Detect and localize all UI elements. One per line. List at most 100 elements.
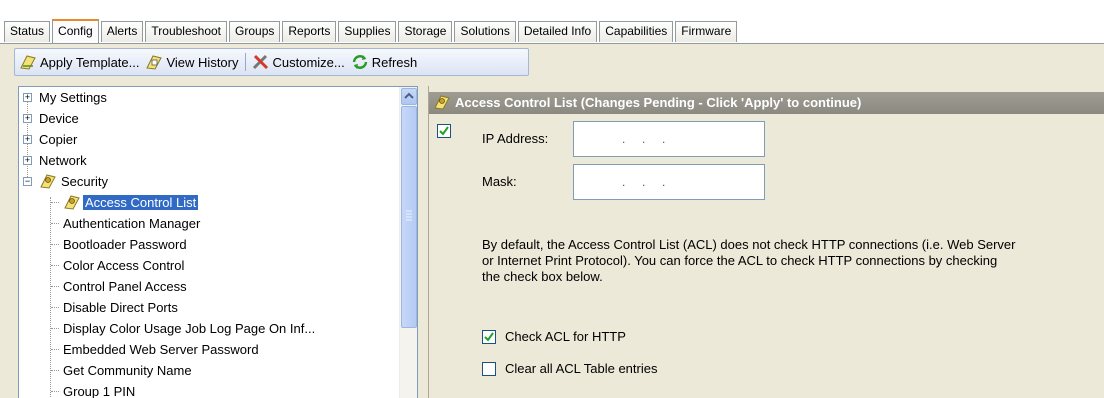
tab-reports[interactable]: Reports [282,21,337,42]
tree-item-disable-direct-ports[interactable]: Disable Direct Ports [51,297,178,318]
tree-item-label: Group 1 PIN [63,384,136,398]
tree-item-label: Display Color Usage Job Log Page On Inf.… [63,321,316,336]
tree-item-group-1-pin[interactable]: Group 1 PIN [51,381,136,398]
tree-item-my-settings[interactable]: + My Settings [23,87,107,108]
tab-list: Status Config Alerts Troubleshoot Groups… [4,19,739,43]
template-icon [20,55,36,70]
customize-button[interactable]: Customize... [252,54,345,70]
tree-item-label: Access Control List [83,195,199,210]
tree-item-label: Embedded Web Server Password [63,342,259,357]
security-key-icon [64,195,80,210]
description-line: By default, the Access Control List (ACL… [482,237,1016,252]
tree-item-display-color-usage[interactable]: Display Color Usage Job Log Page On Inf.… [51,318,316,339]
mask-label: Mask: [482,174,517,189]
expand-plus-icon[interactable]: + [23,114,32,123]
tree-item-access-control-list[interactable]: Access Control List [51,192,199,213]
settings-tree: + My Settings + Device + Copier + Networ… [18,86,418,398]
tree-item-bootloader-password[interactable]: Bootloader Password [51,234,187,255]
apply-template-label: Apply Template... [40,54,140,70]
chevron-up-icon [404,92,414,99]
tree-item-security[interactable]: − Security [23,171,108,192]
tree-connector [51,328,59,329]
tree-item-copier[interactable]: + Copier [23,129,77,150]
tab-detailed-info[interactable]: Detailed Info [517,21,598,42]
expand-plus-icon[interactable]: + [23,156,32,165]
tree-item-control-panel-access[interactable]: Control Panel Access [51,276,187,297]
mask-dots: . . . [622,175,666,189]
tree-item-label: Authentication Manager [63,216,201,231]
ip-address-label: IP Address: [482,131,549,146]
mask-field[interactable]: . . . [573,164,765,200]
tree-item-label: Disable Direct Ports [63,300,178,315]
security-key-icon [434,95,450,110]
ip-address-field[interactable]: . . . [573,121,765,157]
tab-capabilities[interactable]: Capabilities [599,21,674,42]
tab-config[interactable]: Config [52,19,99,43]
tab-strip: Status Config Alerts Troubleshoot Groups… [0,0,1104,44]
description-line: or Internet Print Protocol). You can for… [482,253,998,268]
description-line: the check box below. [482,269,603,284]
tab-divider [0,43,1104,44]
refresh-icon [352,55,367,69]
tree-connector [51,370,59,371]
toolbar-separator [244,53,246,71]
tree-connector [51,244,59,245]
tab-solutions[interactable]: Solutions [454,21,516,42]
clear-acl-label[interactable]: Clear all ACL Table entries [505,361,657,376]
acl-settings-panel: Access Control List (Changes Pending - C… [428,86,1104,398]
expand-plus-icon[interactable]: + [23,93,32,102]
tree-item-label: Device [39,111,79,126]
tab-firmware[interactable]: Firmware [675,21,738,42]
panel-title: Access Control List (Changes Pending - C… [455,95,862,110]
tree-item-label: Network [39,153,87,168]
history-icon [146,55,163,70]
ip-address-dots: . . . [622,132,666,146]
tree-item-label: Bootloader Password [63,237,187,252]
check-acl-http-checkbox[interactable] [482,330,496,344]
scroll-up-button[interactable] [401,88,417,105]
tree-item-label: Copier [39,132,78,147]
tree-connector [51,265,59,266]
customize-label: Customize... [272,54,345,70]
refresh-label: Refresh [371,54,418,70]
checkmark-icon [439,126,449,136]
tree-connector [51,391,59,392]
scroll-thumb[interactable] [401,106,417,328]
tree-connector [50,197,51,398]
refresh-button[interactable]: Refresh [351,54,418,70]
tree-item-label: Color Access Control [63,258,185,273]
tab-groups[interactable]: Groups [229,21,281,42]
clear-acl-checkbox[interactable] [482,362,496,376]
tree-item-embedded-web-server-password[interactable]: Embedded Web Server Password [51,339,259,360]
tree-connector [51,286,59,287]
tab-storage[interactable]: Storage [398,21,453,42]
apply-template-button[interactable]: Apply Template... [19,54,139,70]
tree-connector [51,307,59,308]
panel-header: Access Control List (Changes Pending - C… [429,92,1104,114]
tab-alerts[interactable]: Alerts [100,21,144,42]
tree-item-label: Control Panel Access [63,279,187,294]
security-key-icon [40,174,56,189]
tree-item-authentication-manager[interactable]: Authentication Manager [51,213,201,234]
tab-status[interactable]: Status [4,21,51,42]
collapse-minus-icon[interactable]: − [23,177,32,186]
expand-plus-icon[interactable]: + [23,135,32,144]
check-acl-http-label[interactable]: Check ACL for HTTP [505,329,626,344]
view-history-label: View History [166,54,239,70]
tree-item-label: My Settings [39,90,107,105]
tree-item-device[interactable]: + Device [23,108,79,129]
customize-tools-icon [252,54,268,70]
tree-item-color-access-control[interactable]: Color Access Control [51,255,185,276]
tree-item-get-community-name[interactable]: Get Community Name [51,360,192,381]
tree-content: + My Settings + Device + Copier + Networ… [19,87,399,398]
tree-item-label: Get Community Name [63,363,192,378]
view-history-button[interactable]: View History [145,54,239,70]
tree-item-network[interactable]: + Network [23,150,87,171]
tree-scrollbar[interactable] [399,87,417,398]
checkmark-icon [484,332,494,342]
enable-entry-checkbox[interactable] [437,124,451,138]
tree-connector [51,223,59,224]
tab-troubleshoot[interactable]: Troubleshoot [145,21,228,42]
tab-supplies[interactable]: Supplies [338,21,397,42]
grip-icon [406,210,412,221]
